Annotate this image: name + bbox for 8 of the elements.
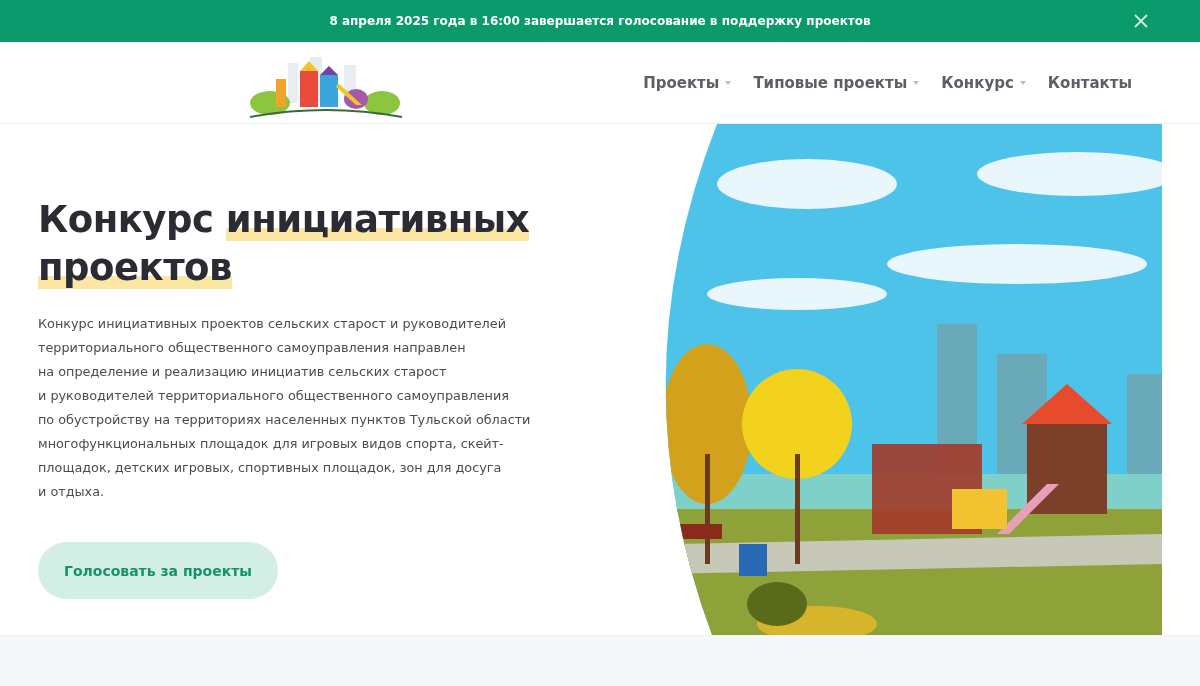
nav-link[interactable]: Проекты [643,73,732,92]
nav-link[interactable]: Типовые проекты [753,73,920,92]
close-icon[interactable] [1134,14,1148,28]
hero-description: Конкурс инициативных проектов сельских старост и руководителей территориального общественного самоуправления направлен на определение и реализацию инициатив сельских старост и руководителей территориального общественного самоуправления по обустройству на территориях населенных пунктов Тульской области многофункциональных площадок для игровых видов спорта, скейт- площадок, детских игровых, спортивных площадок, зон для досуга и отдыха. [38,315,532,501]
vote-button[interactable]: Голосовать за проекты [38,542,278,599]
nav-link[interactable]: Контакты [1047,73,1132,92]
nav-link[interactable]: Конкурс [941,73,1026,92]
announcement-text: 8 апреля 2025 года в 16:00 завершается голосование в поддержку проектов [329,14,871,28]
